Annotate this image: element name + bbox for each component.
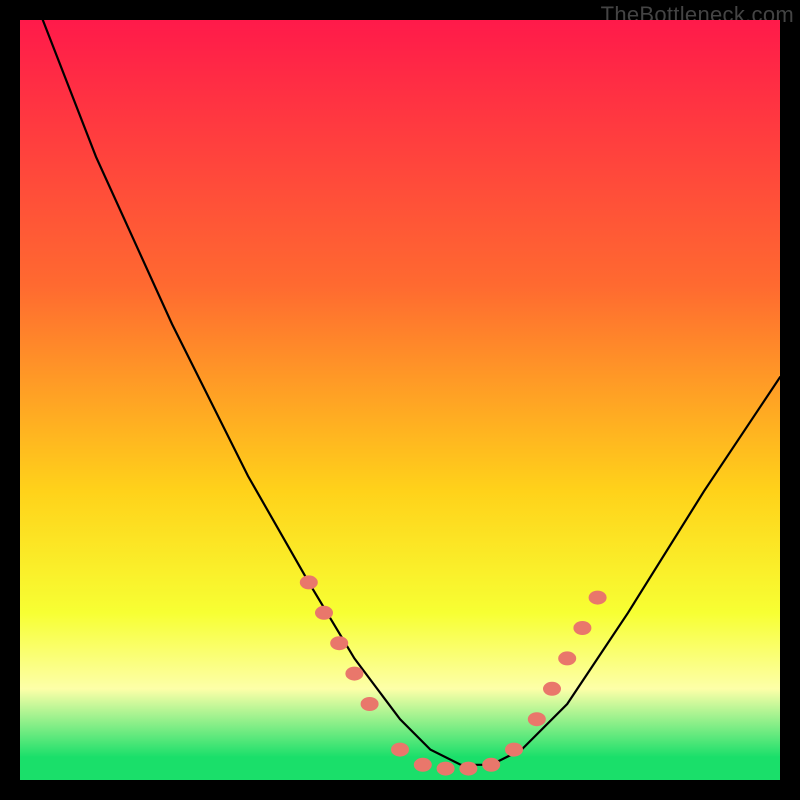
highlight-dot: [391, 743, 409, 757]
highlight-dot: [589, 591, 607, 605]
highlight-dot: [459, 762, 477, 776]
highlight-dot: [345, 667, 363, 681]
highlight-dot: [528, 712, 546, 726]
chart-frame: TheBottleneck.com: [0, 0, 800, 800]
highlight-dot: [414, 758, 432, 772]
highlight-dot: [361, 697, 379, 711]
highlight-dot: [300, 575, 318, 589]
gradient-background: [20, 20, 780, 780]
highlight-dot: [482, 758, 500, 772]
highlight-dot: [505, 743, 523, 757]
chart-svg: [20, 20, 780, 780]
highlight-dot: [330, 636, 348, 650]
highlight-dot: [315, 606, 333, 620]
highlight-dot: [543, 682, 561, 696]
plot-area: [20, 20, 780, 780]
highlight-dot: [558, 651, 576, 665]
highlight-dot: [573, 621, 591, 635]
highlight-dot: [437, 762, 455, 776]
